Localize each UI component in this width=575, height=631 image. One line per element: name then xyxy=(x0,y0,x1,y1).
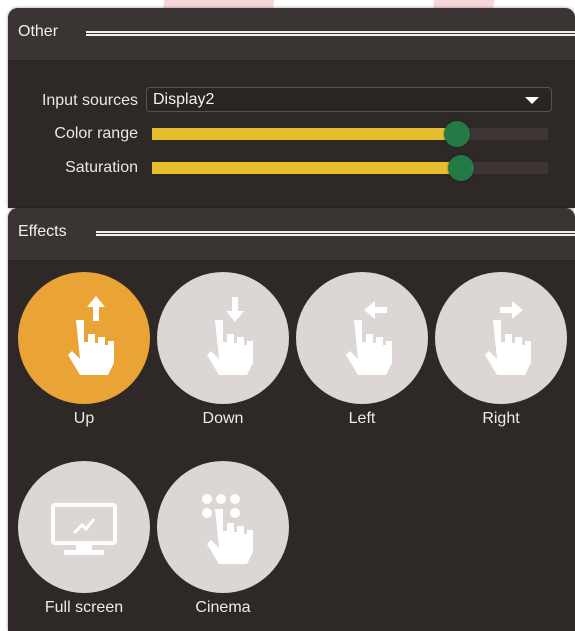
other-panel: Other Input sources Display2 Color range… xyxy=(8,8,575,208)
header-rule xyxy=(96,231,575,236)
effect-up[interactable]: Up xyxy=(18,272,150,428)
monitor-icon xyxy=(51,503,117,555)
hand-swipe-down-icon xyxy=(207,297,253,375)
effect-full-screen-label: Full screen xyxy=(44,599,124,616)
effect-down[interactable]: Down xyxy=(157,272,289,428)
effect-down-circle[interactable] xyxy=(157,272,289,404)
input-sources-label: Input sources xyxy=(41,92,138,109)
effect-up-label: Up xyxy=(73,410,95,427)
hand-tap-grid-icon xyxy=(202,494,253,564)
effect-left[interactable]: Left xyxy=(296,272,428,428)
hand-swipe-right-icon xyxy=(485,301,531,375)
slider-thumb[interactable] xyxy=(443,121,470,147)
color-range-label: Color range xyxy=(54,125,138,142)
input-sources-select[interactable]: Display2 xyxy=(146,87,552,112)
effect-right-label: Right xyxy=(482,410,520,427)
effect-full-screen-circle[interactable] xyxy=(18,461,150,593)
hand-swipe-up-icon xyxy=(68,296,114,375)
effect-right-circle[interactable] xyxy=(435,272,567,404)
effect-cinema-circle[interactable] xyxy=(157,461,289,593)
effects-panel-title: Effects xyxy=(18,223,67,240)
color-range-slider[interactable] xyxy=(152,121,548,147)
effect-right[interactable]: Right xyxy=(435,272,567,428)
effect-full-screen[interactable]: Full screen xyxy=(18,461,150,617)
effect-cinema-label: Cinema xyxy=(195,599,251,616)
effects-panel: Effects Up Down Left Right Full screen C… xyxy=(8,208,575,631)
effects-panel-header: Effects xyxy=(8,208,575,261)
effect-left-circle[interactable] xyxy=(296,272,428,404)
hand-swipe-left-icon xyxy=(346,301,392,375)
header-rule xyxy=(86,31,575,36)
slider-fill xyxy=(152,128,457,140)
slider-thumb[interactable] xyxy=(447,155,474,181)
saturation-slider[interactable] xyxy=(152,155,548,181)
slider-fill xyxy=(152,162,461,174)
effect-left-label: Left xyxy=(348,410,376,427)
effect-up-circle[interactable] xyxy=(18,272,150,404)
chevron-down-icon xyxy=(525,97,539,104)
effect-cinema[interactable]: Cinema xyxy=(157,461,289,617)
input-sources-value: Display2 xyxy=(153,91,215,108)
other-panel-header: Other xyxy=(8,8,575,61)
other-panel-title: Other xyxy=(18,23,59,40)
effect-down-label: Down xyxy=(202,410,244,427)
saturation-label: Saturation xyxy=(65,159,138,176)
